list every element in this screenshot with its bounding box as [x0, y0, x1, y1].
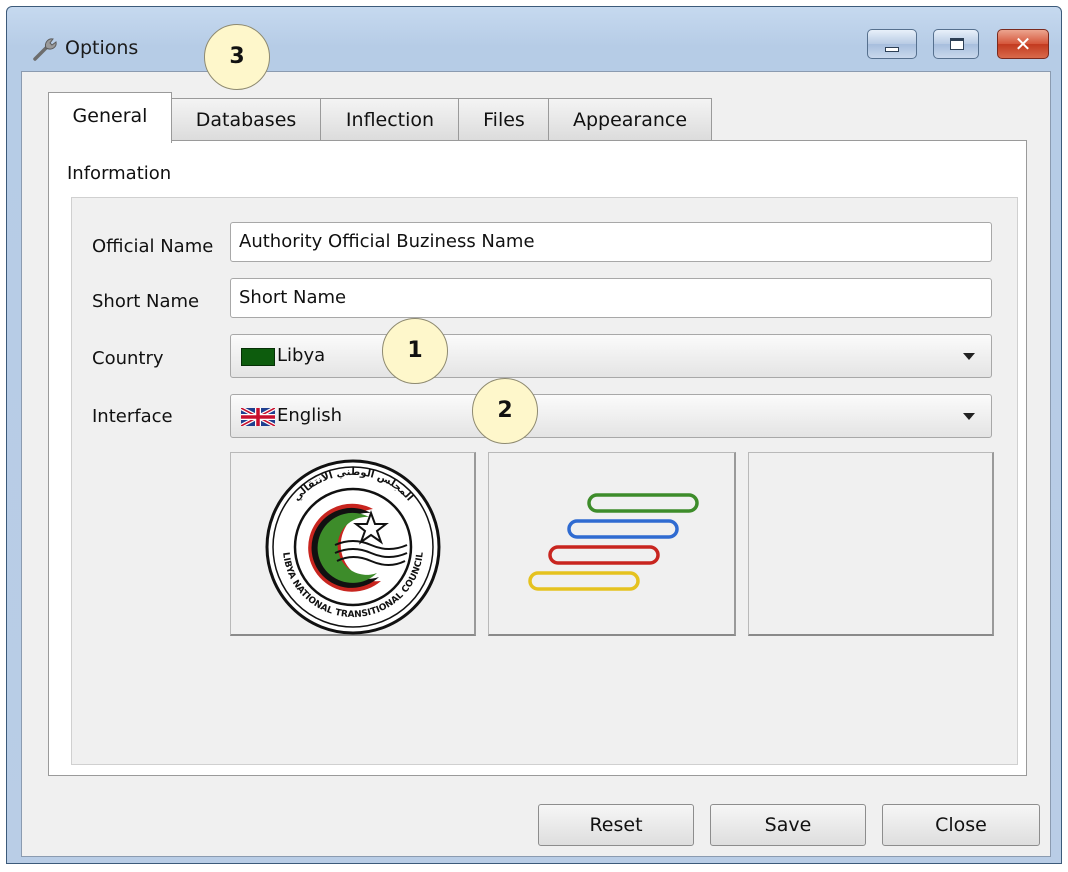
- chevron-down-icon: [963, 413, 975, 420]
- tab-label: Files: [483, 109, 525, 131]
- minimize-button[interactable]: [867, 29, 917, 59]
- stacked-bars-logo-image: [528, 493, 699, 591]
- tab-label: Inflection: [345, 109, 435, 131]
- reset-button-label: Reset: [589, 814, 643, 836]
- interface-select[interactable]: English: [230, 394, 992, 438]
- seal-image-slot[interactable]: المجلس الوطني الانتقالي LIBYA NATIONAL T…: [230, 452, 476, 636]
- tab-appearance[interactable]: Appearance: [548, 98, 712, 140]
- tab-databases[interactable]: Databases: [170, 98, 322, 140]
- information-heading: Information: [67, 163, 172, 184]
- country-select[interactable]: Libya: [230, 334, 992, 378]
- national-council-seal-image: المجلس الوطني الانتقالي LIBYA NATIONAL T…: [265, 459, 441, 635]
- tab-label: Appearance: [572, 109, 688, 131]
- chevron-down-icon: [963, 353, 975, 360]
- official-name-field[interactable]: Authority Official Buziness Name: [230, 222, 992, 262]
- reset-button[interactable]: Reset: [538, 804, 694, 846]
- libya-flag-icon: [241, 348, 275, 366]
- short-name-field[interactable]: Short Name: [230, 278, 992, 318]
- close-button-label: Close: [935, 814, 987, 836]
- interface-label: Interface: [92, 406, 173, 427]
- options-window: Options ✕ General Databases Inflection F…: [6, 6, 1062, 864]
- close-button[interactable]: Close: [882, 804, 1040, 846]
- uk-flag-icon: [241, 408, 275, 426]
- logo-image-slot[interactable]: [488, 452, 736, 636]
- save-button-label: Save: [764, 814, 812, 836]
- tab-files[interactable]: Files: [458, 98, 550, 140]
- minimize-icon: [885, 47, 899, 52]
- save-button[interactable]: Save: [710, 804, 866, 846]
- close-window-button[interactable]: ✕: [997, 29, 1049, 59]
- empty-image-slot[interactable]: [748, 452, 994, 636]
- close-icon: ✕: [1014, 32, 1032, 56]
- interface-value: English: [277, 405, 342, 426]
- country-label: Country: [92, 348, 164, 369]
- tab-label: General: [72, 105, 148, 127]
- official-name-label: Official Name: [92, 236, 214, 257]
- general-tab-panel: Information Official Name Authority Offi…: [48, 140, 1027, 776]
- callout-3: 3: [204, 24, 270, 90]
- title-bar[interactable]: Options ✕: [7, 7, 1061, 71]
- maximize-icon: [950, 38, 964, 50]
- maximize-button[interactable]: [933, 29, 979, 59]
- tab-general[interactable]: General: [48, 92, 172, 143]
- callout-2: 2: [472, 378, 538, 444]
- window-title: Options: [65, 37, 139, 59]
- wrench-icon: [33, 38, 57, 61]
- information-group: Official Name Authority Official Buzines…: [71, 197, 1018, 765]
- short-name-label: Short Name: [92, 291, 200, 312]
- tab-inflection[interactable]: Inflection: [320, 98, 460, 140]
- country-value: Libya: [277, 345, 326, 366]
- client-area: General Databases Inflection Files Appea…: [21, 71, 1051, 857]
- callout-1: 1: [382, 318, 448, 384]
- tab-label: Databases: [195, 109, 297, 131]
